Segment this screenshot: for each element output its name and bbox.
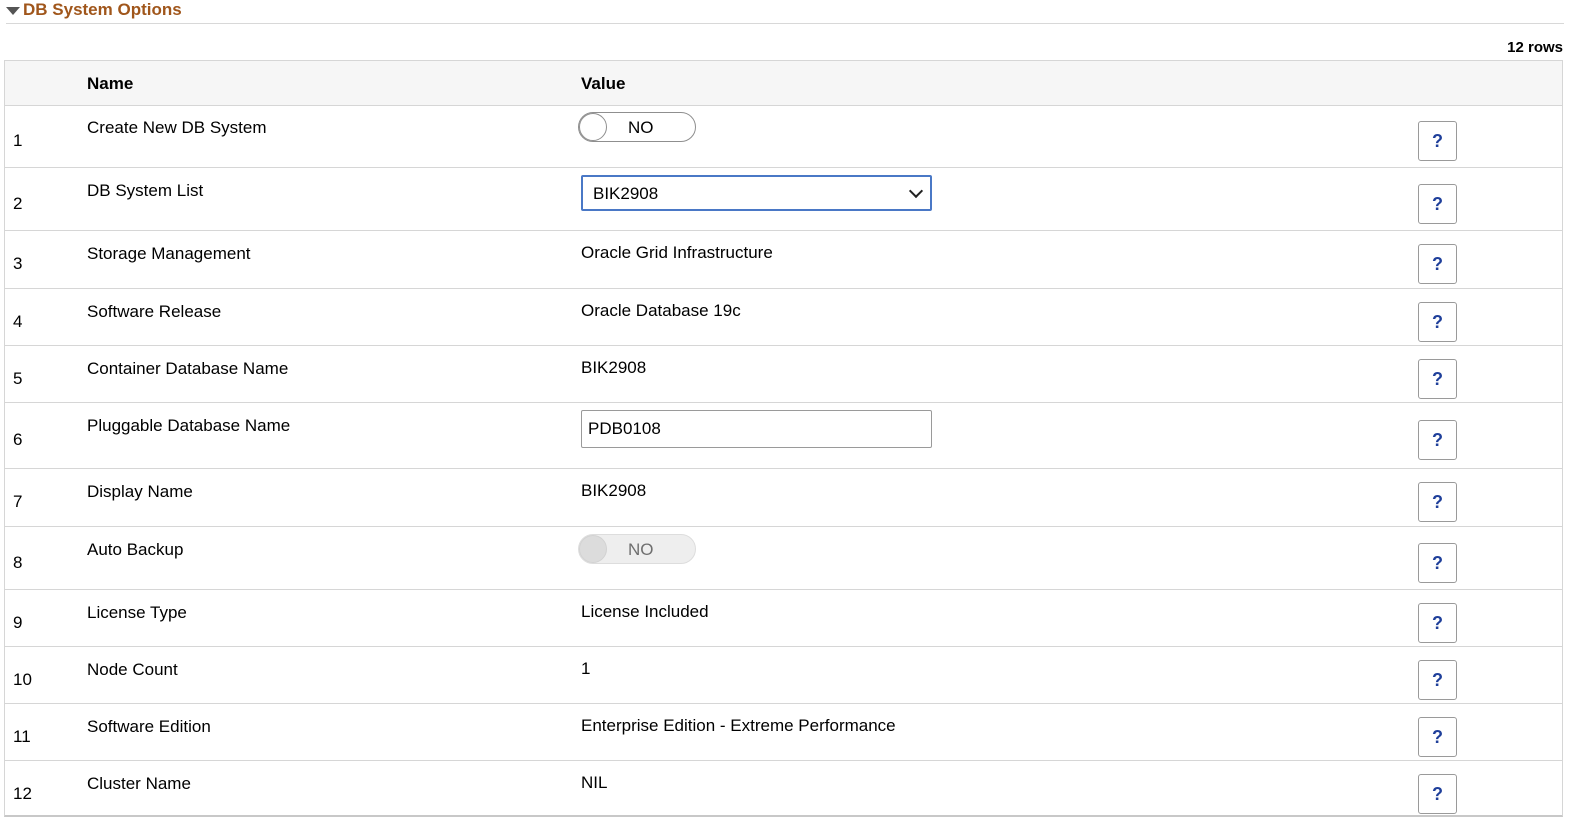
grid-header: Name Value xyxy=(5,61,1562,106)
table-row: 4 Software Release Oracle Database 19c? xyxy=(5,289,1562,346)
help-button[interactable]: ? xyxy=(1418,717,1457,757)
row-name: Cluster Name xyxy=(87,774,191,793)
row-value: License Included xyxy=(581,602,709,621)
create-new-db-toggle[interactable]: NO xyxy=(578,112,696,142)
row-number: 10 xyxy=(13,669,32,689)
row-number: 1 xyxy=(13,130,23,150)
row-number: 7 xyxy=(13,492,23,511)
table-row: 7 Display Name BIK2908? xyxy=(5,469,1562,527)
auto-backup-toggle: NO xyxy=(578,534,696,564)
help-button[interactable]: ? xyxy=(1418,543,1457,583)
row-name: Container Database Name xyxy=(87,359,289,378)
column-header-value: Value xyxy=(581,74,626,93)
section-title[interactable]: DB System Options xyxy=(23,0,182,19)
row-name: Pluggable Database Name xyxy=(87,416,291,435)
table-row: 1 Create New DB System NO? xyxy=(5,105,1562,168)
table-row: 12 Cluster Name NIL? xyxy=(5,761,1562,818)
table-row: 8 Auto Backup NO? xyxy=(5,527,1562,590)
row-name: Storage Management xyxy=(87,244,251,263)
help-button[interactable]: ? xyxy=(1418,603,1457,643)
row-name: DB System List xyxy=(87,181,204,200)
chevron-down-icon xyxy=(908,183,924,199)
table-row: 11 Software Edition Enterprise Edition - E… xyxy=(5,704,1562,761)
row-name: Software Release xyxy=(87,302,222,321)
section-header[interactable]: DB System Options xyxy=(6,0,1564,24)
table-row: 6 Pluggable Database Name? xyxy=(5,403,1562,469)
toggle-label: NO xyxy=(628,118,654,137)
row-value: 1 xyxy=(581,659,591,678)
help-button[interactable]: ? xyxy=(1418,482,1457,522)
row-number: 6 xyxy=(13,430,23,449)
help-button[interactable]: ? xyxy=(1418,660,1457,700)
toggle-knob xyxy=(579,113,607,141)
row-number: 2 xyxy=(13,193,23,213)
grid-rows: 1 Create New DB System NO? 2 DB System List B… xyxy=(5,105,1562,818)
row-number: 8 xyxy=(13,552,23,572)
help-button[interactable]: ? xyxy=(1418,774,1457,814)
row-name: Software Edition xyxy=(87,717,211,736)
toggle-knob xyxy=(579,535,607,563)
table-row: 9 License Type License Included? xyxy=(5,590,1562,647)
row-name: Node Count xyxy=(87,660,178,679)
row-number: 4 xyxy=(13,311,23,331)
row-name: Create New DB System xyxy=(87,118,267,137)
help-button[interactable]: ? xyxy=(1418,121,1457,161)
row-value: Oracle Database 19c xyxy=(581,301,741,320)
help-button[interactable]: ? xyxy=(1418,359,1457,399)
select-value: BIK2908 xyxy=(593,184,659,203)
toggle-label: NO xyxy=(628,540,654,559)
help-button[interactable]: ? xyxy=(1418,420,1457,460)
table-row: 10 Node Count 1? xyxy=(5,647,1562,704)
row-name: Auto Backup xyxy=(87,540,184,559)
row-name: Display Name xyxy=(87,482,193,501)
row-name: License Type xyxy=(87,603,187,622)
row-number: 5 xyxy=(13,368,23,388)
table-row: 2 DB System List BIK2908? xyxy=(5,168,1562,231)
row-value: Enterprise Edition - Extreme Performance xyxy=(581,716,896,735)
row-number: 3 xyxy=(13,254,23,273)
row-value: BIK2908 xyxy=(581,481,647,500)
row-number: 12 xyxy=(13,783,32,803)
row-value: NIL xyxy=(581,773,608,792)
table-row: 3 Storage Management Oracle Grid Infrastru… xyxy=(5,231,1562,289)
row-number: 11 xyxy=(13,726,31,746)
column-header-name: Name xyxy=(87,74,134,93)
help-button[interactable]: ? xyxy=(1418,244,1457,284)
db-system-list-select[interactable]: BIK2908 xyxy=(581,175,932,211)
options-grid: Name Value 1 Create New DB System NO? 2 DB S… xyxy=(4,60,1563,817)
row-value: BIK2908 xyxy=(581,358,647,377)
help-button[interactable]: ? xyxy=(1418,184,1457,224)
row-count: 12 rows xyxy=(1507,39,1563,56)
pluggable-db-name-input[interactable] xyxy=(581,410,932,448)
collapse-triangle-icon[interactable] xyxy=(6,7,20,15)
row-number: 9 xyxy=(13,612,23,632)
row-value: Oracle Grid Infrastructure xyxy=(581,243,773,262)
table-row: 5 Container Database Name BIK2908? xyxy=(5,346,1562,403)
help-button[interactable]: ? xyxy=(1418,302,1457,342)
